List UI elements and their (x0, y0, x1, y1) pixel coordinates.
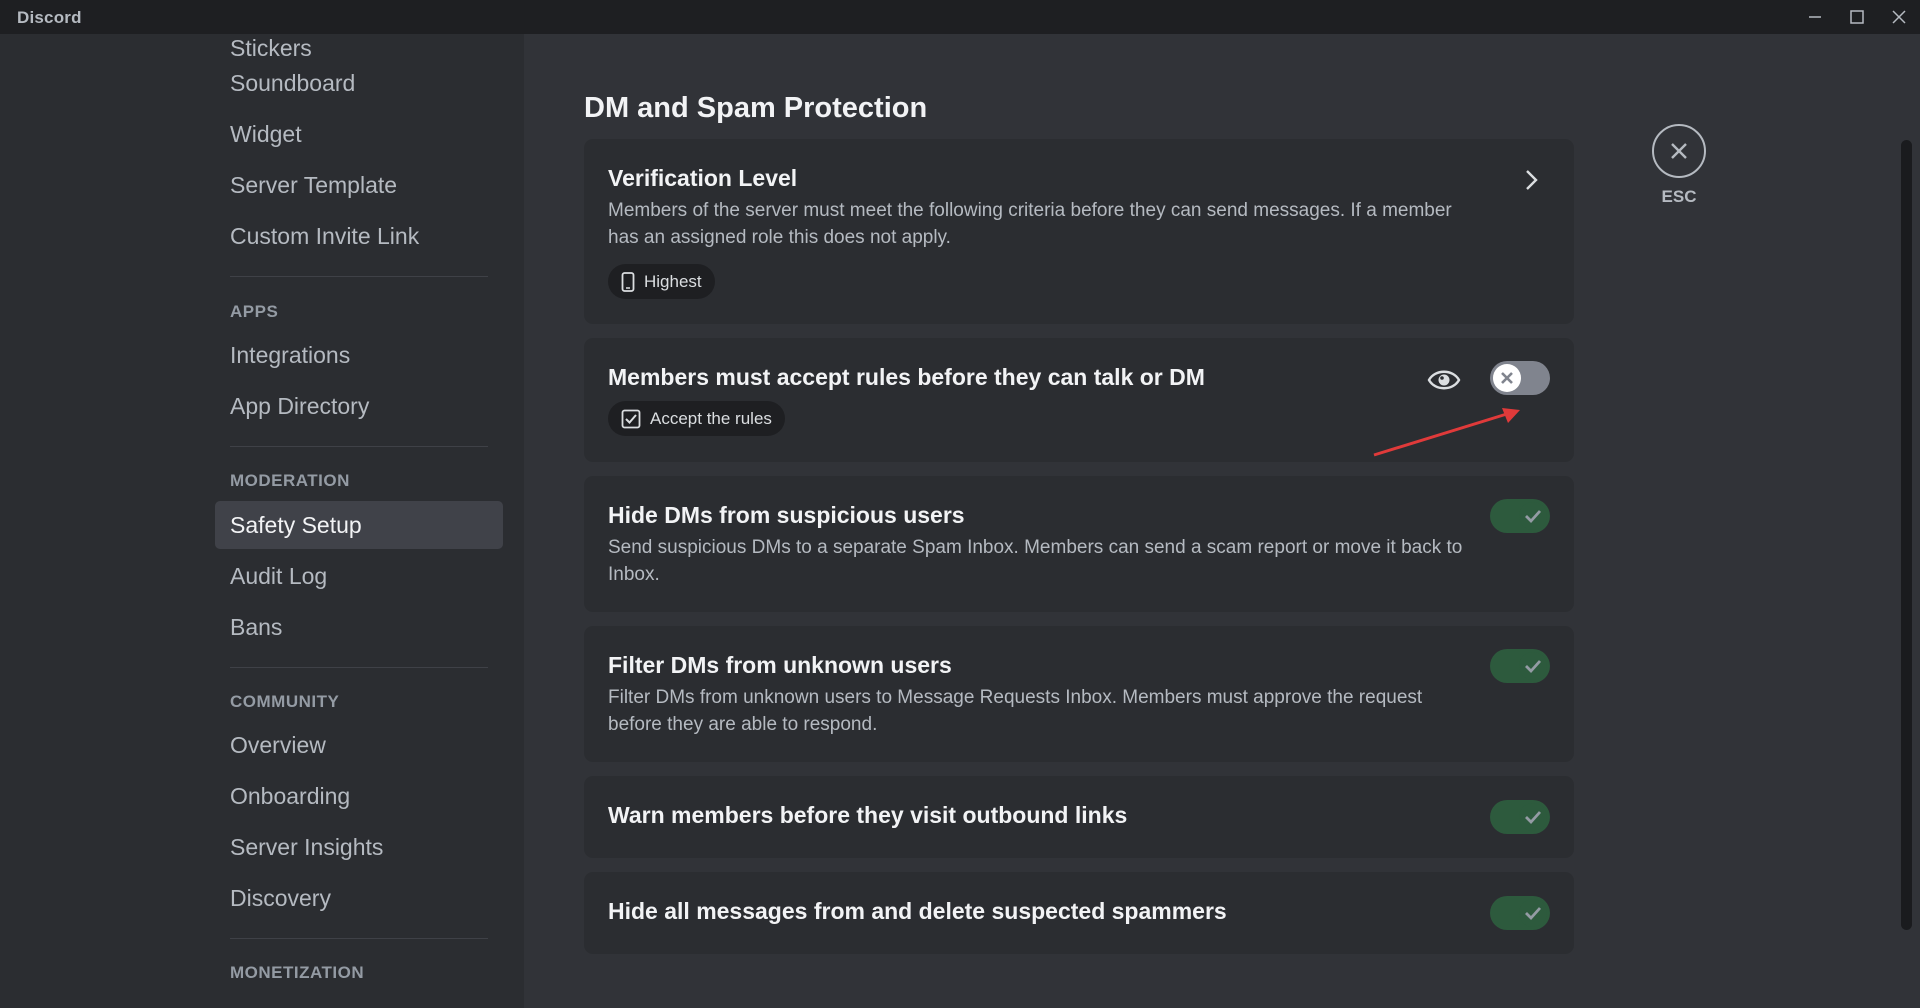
scrollbar-thumb[interactable] (1901, 140, 1912, 930)
annotation-arrow (1373, 408, 1520, 457)
settings-sidebar: Stickers Soundboard Widget Server Templa… (0, 34, 524, 1008)
title-bar: Discord (0, 0, 1920, 34)
close-icon (1671, 143, 1687, 159)
maximize-button[interactable] (1836, 0, 1878, 34)
phone-icon (621, 271, 635, 292)
accept-rules-value: Accept the rules (650, 408, 772, 428)
sidebar-item-safety-setup[interactable]: Safety Setup (215, 501, 503, 549)
hide-dms-toggle[interactable] (1490, 499, 1550, 533)
checkbox-icon (621, 409, 641, 428)
sidebar-header-moderation: MODERATION (230, 471, 350, 490)
check-icon (1525, 811, 1542, 825)
verification-level-value: Highest (644, 271, 702, 291)
verification-level-description: Members of the server must meet the foll… (608, 200, 1452, 248)
filter-dms-description: Filter DMs from unknown users to Message… (608, 687, 1423, 735)
sidebar-item-server-insights[interactable]: Server Insights (215, 823, 503, 871)
warn-links-title: Warn members before they visit outbound … (608, 802, 1128, 828)
sidebar-header-apps: APPS (230, 302, 279, 321)
sidebar-divider (230, 938, 488, 939)
sidebar-item-audit-log[interactable]: Audit Log (215, 552, 503, 600)
toggle-knob (1519, 803, 1547, 831)
minimize-icon (1809, 16, 1821, 18)
filter-dms-card: Filter DMs from unknown users Filter DMs… (584, 626, 1574, 762)
hide-dms-title: Hide DMs from suspicious users (608, 502, 965, 528)
accept-rules-badge: Accept the rules (608, 401, 785, 436)
maximize-icon (1850, 10, 1864, 24)
toggle-knob (1519, 652, 1547, 680)
hide-dms-description: Send suspicious DMs to a separate Spam I… (608, 537, 1463, 585)
sidebar-item-soundboard[interactable]: Soundboard (215, 59, 503, 107)
hide-dms-card: Hide DMs from suspicious users Send susp… (584, 476, 1574, 612)
sidebar-item-bans[interactable]: Bans (215, 603, 503, 651)
close-settings-button[interactable] (1652, 124, 1706, 178)
close-icon (1892, 10, 1906, 24)
sidebar-header-monetization: MONETIZATION (230, 963, 365, 982)
page-title: DM and Spam Protection (584, 92, 928, 124)
sidebar-item-custom-invite-link[interactable]: Custom Invite Link (215, 212, 503, 260)
sidebar-divider (230, 446, 488, 447)
warn-links-card: Warn members before they visit outbound … (584, 776, 1574, 858)
hide-spammers-toggle[interactable] (1490, 896, 1550, 930)
sidebar-item-discovery[interactable]: Discovery (215, 874, 503, 922)
hide-spammers-title: Hide all messages from and delete suspec… (608, 898, 1227, 924)
check-icon (1525, 660, 1542, 674)
sidebar-item-widget[interactable]: Widget (215, 110, 503, 158)
warn-links-toggle[interactable] (1490, 800, 1550, 834)
sidebar-header-community: COMMUNITY (230, 692, 340, 711)
sidebar-item-integrations[interactable]: Integrations (215, 331, 503, 379)
verification-level-card[interactable]: Verification Level Members of the server… (584, 139, 1574, 324)
esc-label: ESC (1661, 187, 1697, 206)
x-icon (1501, 372, 1513, 384)
minimize-button[interactable] (1794, 0, 1836, 34)
check-icon (1525, 510, 1542, 524)
eye-icon[interactable] (1427, 366, 1461, 394)
sidebar-item-server-template[interactable]: Server Template (215, 161, 503, 209)
app-title: Discord (17, 8, 82, 27)
toggle-knob (1519, 899, 1547, 927)
chevron-right-icon[interactable] (1524, 169, 1538, 191)
verification-level-badge: Highest (608, 264, 715, 299)
toggle-knob (1519, 502, 1547, 530)
accept-rules-title: Members must accept rules before they ca… (608, 364, 1205, 390)
hide-spammers-card: Hide all messages from and delete suspec… (584, 872, 1574, 954)
verification-level-title: Verification Level (608, 165, 798, 191)
toggle-knob (1493, 364, 1521, 392)
sidebar-item-overview[interactable]: Overview (215, 721, 503, 769)
sidebar-item-onboarding[interactable]: Onboarding (215, 772, 503, 820)
sidebar-divider (230, 276, 488, 277)
accept-rules-toggle[interactable] (1490, 361, 1550, 395)
filter-dms-toggle[interactable] (1490, 649, 1550, 683)
check-icon (1525, 907, 1542, 921)
esc-close-control[interactable]: ESC (1634, 124, 1724, 207)
sidebar-item-app-directory[interactable]: App Directory (215, 382, 503, 430)
settings-content: DM and Spam Protection Verification Leve… (524, 34, 1920, 1008)
close-window-button[interactable] (1878, 0, 1920, 34)
filter-dms-title: Filter DMs from unknown users (608, 652, 952, 678)
sidebar-divider (230, 667, 488, 668)
